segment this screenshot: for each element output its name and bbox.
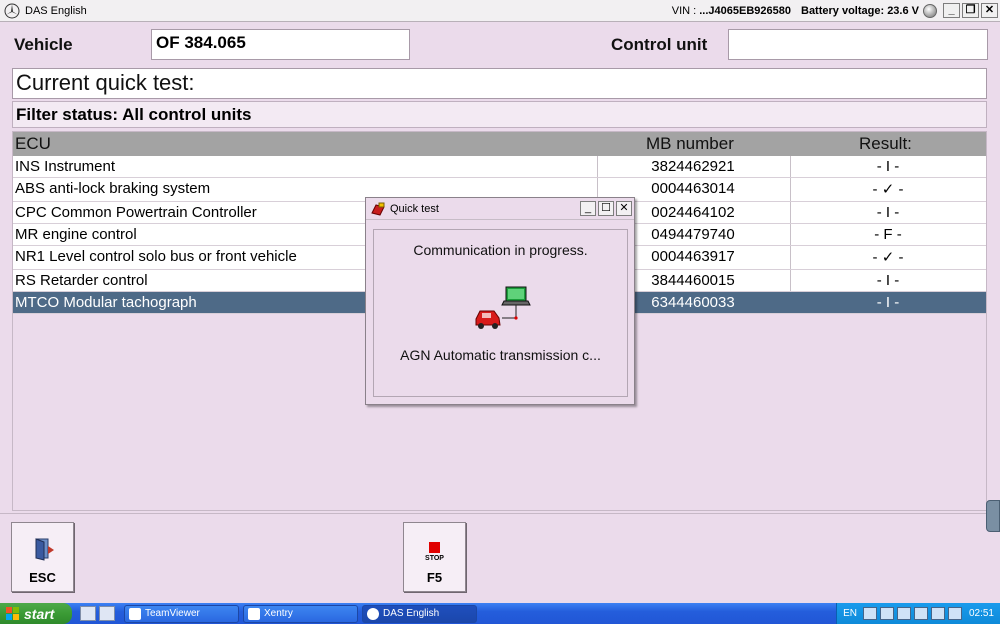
restore-button[interactable]: ❐	[962, 3, 979, 18]
vehicle-row: Vehicle OF 384.065 Control unit	[0, 22, 1000, 66]
dialog-body: Communication in progress. AGN Automatic…	[373, 229, 628, 397]
esc-button[interactable]: ESC	[11, 522, 74, 592]
table-row[interactable]: INS Instrument 3824462921 - I -	[13, 156, 986, 178]
dialog-close-button[interactable]: ✕	[616, 201, 632, 216]
mb-number: 3824462921	[651, 158, 735, 175]
table-header: ECU MB number Result:	[13, 132, 986, 156]
vehicle-field[interactable]: OF 384.065	[151, 29, 410, 60]
result: - ✓ -	[872, 249, 904, 266]
ecu-name: RS Retarder control	[15, 272, 148, 289]
f5-stop-button[interactable]: STOP F5	[403, 522, 466, 592]
title-bar: DAS English VIN : ...J4065EB926580 Batte…	[0, 0, 1000, 22]
ecu-name: MR engine control	[15, 226, 137, 243]
tray-app-icon[interactable]	[862, 607, 877, 620]
xentry-icon	[248, 607, 260, 620]
volume-icon[interactable]	[947, 607, 962, 620]
dialog-minimize-button[interactable]: _	[580, 201, 596, 216]
task-teamviewer[interactable]: TeamViewer	[124, 604, 239, 623]
exit-door-icon	[35, 538, 54, 561]
result: - I -	[876, 272, 900, 289]
quick-test-icon	[371, 202, 385, 216]
start-label: start	[24, 605, 55, 622]
task-xentry[interactable]: Xentry	[243, 604, 358, 623]
minimize-button[interactable]: _	[943, 3, 960, 18]
control-unit-label: Control unit	[611, 35, 708, 54]
esc-label: ESC	[29, 570, 56, 585]
lock-icon[interactable]	[930, 607, 945, 620]
header-ecu: ECU	[15, 134, 51, 153]
tray-app-icon[interactable]	[879, 607, 894, 620]
car-laptop-communication-icon	[475, 286, 531, 329]
tray-app-icon[interactable]	[913, 607, 928, 620]
result: - I -	[876, 294, 900, 311]
function-key-bar: ESC STOP F5	[0, 513, 1000, 601]
keyboard-icon[interactable]	[80, 606, 96, 621]
control-unit-field[interactable]	[728, 29, 988, 60]
windows-flag-icon	[6, 606, 19, 620]
result: - I -	[876, 158, 900, 175]
clock: 02:51	[968, 608, 994, 619]
dialog-maximize-button[interactable]: ☐	[598, 201, 614, 216]
start-button[interactable]: start	[0, 603, 72, 624]
status-indicator-icon	[923, 3, 937, 18]
vin-display: VIN : ...J4065EB926580	[671, 4, 791, 17]
dialog-message: Communication in progress.	[413, 242, 588, 258]
mercedes-star-icon	[4, 3, 20, 18]
battery-voltage: Battery voltage: 23.6 V	[801, 4, 919, 17]
task-das-english[interactable]: DAS English	[362, 604, 477, 623]
quick-test-dialog: Quick test _ ☐ ✕ Communication in progre…	[365, 197, 635, 405]
vehicle-label: Vehicle	[14, 35, 73, 54]
mb-number: 0004463014	[651, 180, 735, 197]
stop-icon: STOP	[425, 542, 444, 562]
dialog-title: Quick test	[390, 202, 439, 215]
close-button[interactable]: ✕	[981, 3, 998, 18]
result: - F -	[874, 226, 902, 243]
ecu-name: NR1 Level control solo bus or front vehi…	[15, 248, 297, 265]
result: - ✓ -	[872, 181, 904, 198]
ecu-name: MTCO Modular tachograph	[15, 294, 197, 311]
network-icon[interactable]	[896, 607, 911, 620]
taskbar: start TeamViewer Xentry DAS English EN 0…	[0, 603, 1000, 624]
header-result: Result:	[859, 134, 912, 153]
side-panel-tab[interactable]	[986, 500, 1000, 532]
mercedes-star-icon	[367, 607, 379, 620]
window-title: DAS English	[25, 4, 87, 17]
keyboard-icon[interactable]	[99, 606, 115, 621]
ecu-name: ABS anti-lock braking system	[15, 180, 211, 197]
dialog-current-ecu: AGN Automatic transmission c...	[400, 347, 601, 363]
teamviewer-icon	[129, 607, 141, 620]
quick-launch	[80, 606, 118, 621]
f5-label: F5	[426, 570, 443, 585]
filter-status: Filter status: All control units	[12, 101, 987, 128]
language-indicator[interactable]: EN	[843, 608, 857, 619]
result: - I -	[876, 204, 900, 221]
header-mb-number: MB number	[646, 134, 734, 153]
ecu-name: INS Instrument	[15, 158, 116, 175]
ecu-name: CPC Common Powertrain Controller	[15, 204, 257, 221]
current-quick-test: Current quick test:	[12, 68, 987, 99]
dialog-title-bar: Quick test _ ☐ ✕	[366, 198, 634, 220]
system-tray: EN 02:51	[836, 603, 1000, 624]
